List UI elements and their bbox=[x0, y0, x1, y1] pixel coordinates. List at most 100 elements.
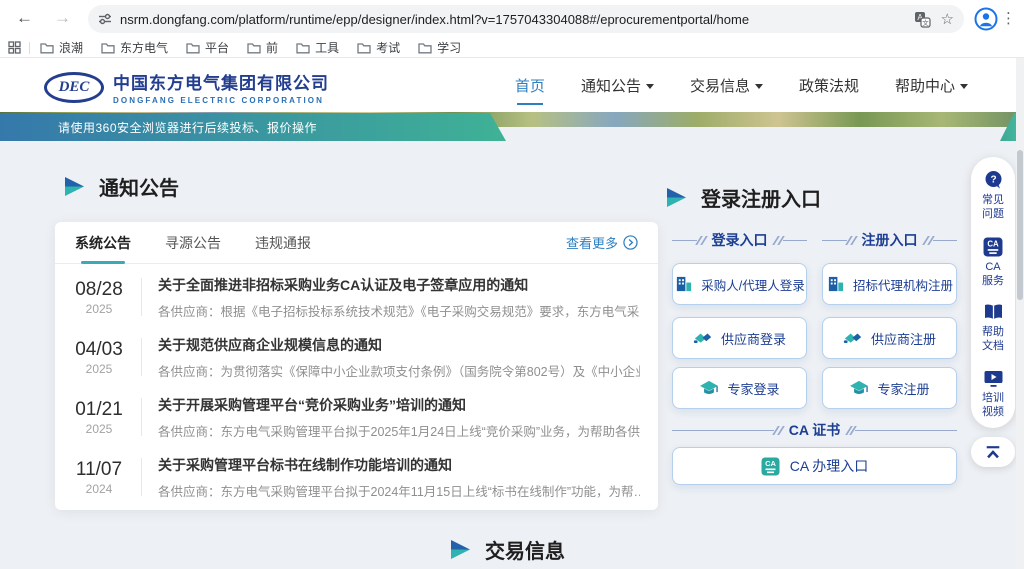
notice-body: 关于规范供应商企业规模信息的通知 各供应商：为贯彻落实《保障中小企业款项支付条例… bbox=[158, 335, 640, 380]
supplier-register-button[interactable]: 供应商注册 bbox=[822, 317, 957, 359]
floating-sidebar: ? 常见问题 CA CA服务 帮助文档 培训视频 bbox=[971, 157, 1015, 428]
bookmark-folder[interactable]: 考试 bbox=[357, 39, 400, 56]
nav-home[interactable]: 首页 bbox=[515, 75, 545, 96]
site-settings-icon[interactable] bbox=[98, 12, 112, 26]
bookmark-label: 学习 bbox=[437, 39, 461, 56]
scrollbar-thumb[interactable] bbox=[1017, 150, 1023, 300]
main-nav: 首页 通知公告 交易信息 政策法规 帮助中心 bbox=[515, 58, 968, 112]
notice-body: 关于全面推进非招标采购业务CA认证及电子签章应用的通知 各供应商：根据《电子招标… bbox=[158, 275, 640, 320]
bookmark-folder[interactable]: 浪潮 bbox=[40, 39, 83, 56]
address-bar[interactable]: nsrm.dongfang.com/platform/runtime/epp/d… bbox=[88, 5, 964, 33]
notice-title[interactable]: 关于开展采购管理平台“竞价采购业务”培训的通知 bbox=[158, 395, 640, 415]
nav-help-center[interactable]: 帮助中心 bbox=[895, 75, 968, 96]
svg-text:文: 文 bbox=[922, 18, 929, 27]
agency-register-button[interactable]: 招标代理机构注册 bbox=[822, 263, 957, 305]
apps-grid-icon[interactable] bbox=[8, 41, 21, 54]
ca-badge-icon: CA bbox=[761, 457, 780, 476]
circle-arrow-icon bbox=[623, 235, 638, 250]
group-label: 登录入口 bbox=[712, 230, 768, 250]
tab-system-notices[interactable]: 系统公告 bbox=[75, 222, 131, 264]
svg-text:CA: CA bbox=[765, 459, 776, 468]
notice-month-day: 01/21 bbox=[67, 399, 131, 421]
nav-trade-info[interactable]: 交易信息 bbox=[690, 75, 763, 96]
notice-month-day: 11/07 bbox=[67, 459, 131, 481]
browser-notice-banner: 请使用360安全浏览器进行后续投标、报价操作 bbox=[0, 113, 506, 141]
section-arrow-icon bbox=[448, 539, 472, 560]
divider bbox=[141, 398, 142, 436]
notices-card: 系统公告 寻源公告 违规通报 查看更多 08/28 2025 关于全面推进非招标… bbox=[55, 222, 658, 510]
purchaser-login-button[interactable]: 采购人/代理人登录 bbox=[672, 263, 807, 305]
building-icon bbox=[674, 275, 693, 293]
bookmarks-divider bbox=[29, 42, 30, 54]
tab-label: 系统公告 bbox=[75, 235, 131, 251]
view-more-link[interactable]: 查看更多 bbox=[566, 233, 638, 252]
decorative-line bbox=[783, 240, 808, 241]
nav-policies[interactable]: 政策法规 bbox=[799, 75, 859, 96]
chevron-down-icon bbox=[960, 84, 968, 89]
video-monitor-icon bbox=[983, 369, 1004, 388]
supplier-login-button[interactable]: 供应商登录 bbox=[672, 317, 807, 359]
browser-menu-icon[interactable]: ⋮ bbox=[1001, 9, 1016, 27]
tab-violation-reports[interactable]: 违规通报 bbox=[255, 222, 311, 264]
sidebar-item-label: 帮助文档 bbox=[980, 325, 1006, 354]
notice-list-item[interactable]: 01/21 2025 关于开展采购管理平台“竞价采购业务”培训的通知 各供应商：… bbox=[67, 387, 640, 447]
browser-toolbar: ← → ↻ nsrm.dongfang.com/platform/runtime… bbox=[0, 0, 1024, 38]
sidebar-item-label: 培训视频 bbox=[980, 391, 1006, 420]
sidebar-item-training-videos[interactable]: 培训视频 bbox=[980, 369, 1006, 420]
back-icon[interactable]: ← bbox=[16, 8, 33, 28]
expert-register-button[interactable]: 专家注册 bbox=[822, 367, 957, 409]
forward-icon[interactable]: → bbox=[54, 8, 71, 28]
profile-avatar[interactable] bbox=[974, 7, 998, 36]
page-scrollbar[interactable] bbox=[1016, 58, 1024, 569]
bookmark-star-icon[interactable]: ☆ bbox=[941, 10, 954, 28]
bookmark-folder[interactable]: 学习 bbox=[418, 39, 461, 56]
notice-date: 01/21 2025 bbox=[67, 399, 131, 436]
bookmark-folder[interactable]: 东方电气 bbox=[101, 39, 168, 56]
notice-title[interactable]: 关于规范供应商企业规模信息的通知 bbox=[158, 335, 640, 355]
nav-notices[interactable]: 通知公告 bbox=[581, 75, 654, 96]
dec-logo-badge: DEC bbox=[44, 72, 104, 103]
tab-label: 寻源公告 bbox=[165, 235, 221, 251]
tab-active-underline bbox=[81, 261, 125, 264]
register-group-header: 注册入口 bbox=[822, 230, 957, 250]
notice-date: 11/07 2024 bbox=[67, 459, 131, 496]
section-title: 登录注册入口 bbox=[701, 183, 821, 212]
notice-title[interactable]: 关于全面推进非招标采购业务CA认证及电子签章应用的通知 bbox=[158, 275, 640, 295]
sidebar-item-help-docs[interactable]: 帮助文档 bbox=[980, 303, 1006, 354]
notice-title[interactable]: 关于采购管理平台标书在线制作功能培训的通知 bbox=[158, 455, 640, 475]
back-to-top-icon bbox=[984, 444, 1002, 460]
notice-date: 04/03 2025 bbox=[67, 339, 131, 376]
bookmark-label: 考试 bbox=[376, 39, 400, 56]
nav-label: 通知公告 bbox=[581, 75, 641, 96]
sidebar-item-faq[interactable]: ? 常见问题 bbox=[980, 170, 1006, 222]
company-name-cn: 中国东方电气集团有限公司 bbox=[113, 69, 329, 94]
ca-apply-button[interactable]: CA CA 办理入口 bbox=[672, 447, 957, 485]
question-icon: ? bbox=[983, 170, 1004, 190]
bookmark-folder[interactable]: 前 bbox=[247, 39, 278, 56]
back-to-top-button[interactable] bbox=[971, 437, 1015, 467]
section-arrow-icon bbox=[664, 187, 688, 208]
site-header: DEC 中国东方电气集团有限公司 DONGFANG ELECTRIC CORPO… bbox=[0, 58, 1024, 112]
url-text[interactable]: nsrm.dongfang.com/platform/runtime/epp/d… bbox=[120, 12, 904, 27]
notice-year: 2025 bbox=[67, 422, 131, 436]
login-group-header: 登录入口 bbox=[672, 230, 807, 250]
button-label: 专家登录 bbox=[727, 379, 779, 398]
expert-login-button[interactable]: 专家登录 bbox=[672, 367, 807, 409]
bookmark-folder[interactable]: 工具 bbox=[296, 39, 339, 56]
tab-sourcing-notices[interactable]: 寻源公告 bbox=[165, 222, 221, 264]
bookmarks-bar: 浪潮 东方电气 平台 前 工具 考试 学习 bbox=[0, 38, 1024, 58]
decorative-line bbox=[672, 430, 774, 431]
divider bbox=[141, 338, 142, 376]
bookmark-folder[interactable]: 平台 bbox=[186, 39, 229, 56]
translate-icon[interactable]: A文 bbox=[914, 11, 931, 28]
group-label: 注册入口 bbox=[862, 230, 918, 250]
notice-list-item[interactable]: 11/07 2024 关于采购管理平台标书在线制作功能培训的通知 各供应商：东方… bbox=[67, 447, 640, 507]
notice-list-item[interactable]: 08/28 2025 关于全面推进非招标采购业务CA认证及电子签章应用的通知 各… bbox=[67, 267, 640, 327]
notice-list-item[interactable]: 04/03 2025 关于规范供应商企业规模信息的通知 各供应商：为贯彻落实《保… bbox=[67, 327, 640, 387]
notices-section-heading: 通知公告 bbox=[62, 172, 179, 201]
sidebar-item-ca-service[interactable]: CA CA服务 bbox=[980, 237, 1006, 289]
company-logo[interactable]: DEC 中国东方电气集团有限公司 DONGFANG ELECTRIC CORPO… bbox=[44, 69, 329, 105]
notice-desc: 各供应商：根据《电子招标投标系统技术规范》《电子采购交易规范》要求，东方电气采购… bbox=[158, 301, 640, 320]
handshake-icon bbox=[693, 330, 713, 347]
svg-text:?: ? bbox=[990, 175, 996, 186]
